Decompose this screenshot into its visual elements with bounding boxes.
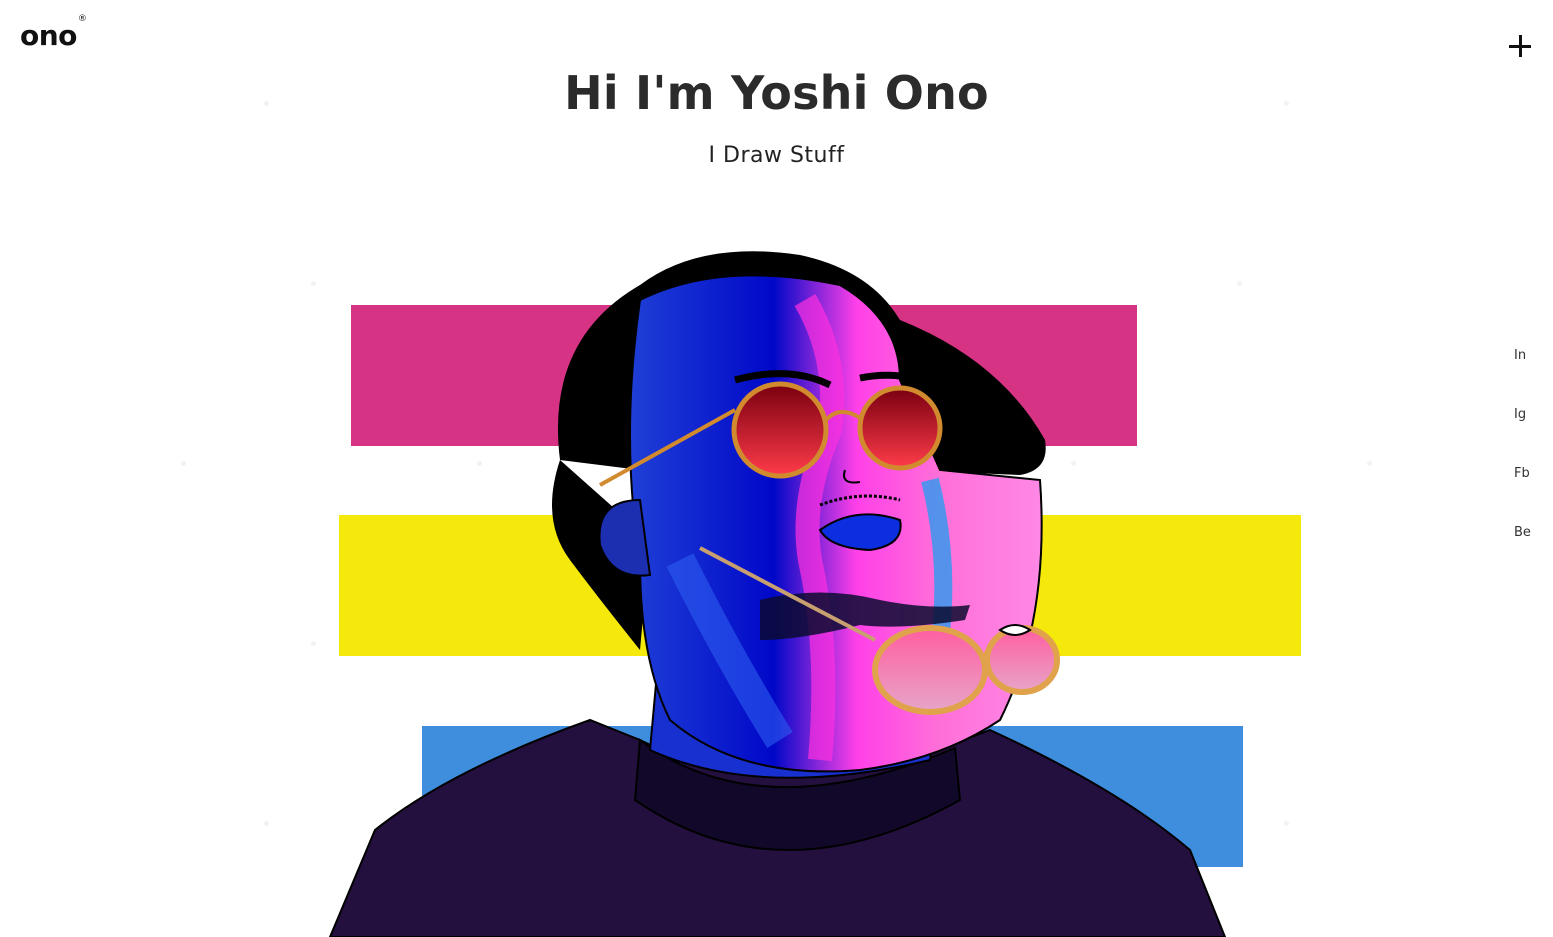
social-link-facebook[interactable]: Fb xyxy=(1514,466,1544,486)
portrait-illustration xyxy=(328,251,1227,937)
page-title: Hi I'm Yoshi Ono xyxy=(564,66,989,120)
logo-link[interactable]: ono® xyxy=(20,14,87,52)
background-dot xyxy=(264,821,269,826)
background-dot xyxy=(181,461,186,466)
background-dot xyxy=(1367,461,1372,466)
background-dot xyxy=(1284,101,1289,106)
page-subtitle: I Draw Stuff xyxy=(708,143,845,168)
menu-plus-icon[interactable] xyxy=(1509,34,1535,60)
background-dot xyxy=(264,101,269,106)
logo-text: ono xyxy=(20,19,77,52)
social-link-instagram[interactable]: Ig xyxy=(1514,407,1544,427)
page: ono® Hi I'm Yoshi Ono I Draw Stuff In Ig… xyxy=(0,0,1553,937)
social-link-linkedin[interactable]: In xyxy=(1514,348,1544,368)
social-links: In Ig Fb Be xyxy=(1514,348,1544,584)
background-dot xyxy=(1284,821,1289,826)
registered-mark: ® xyxy=(77,13,87,24)
social-link-behance[interactable]: Be xyxy=(1514,525,1544,545)
